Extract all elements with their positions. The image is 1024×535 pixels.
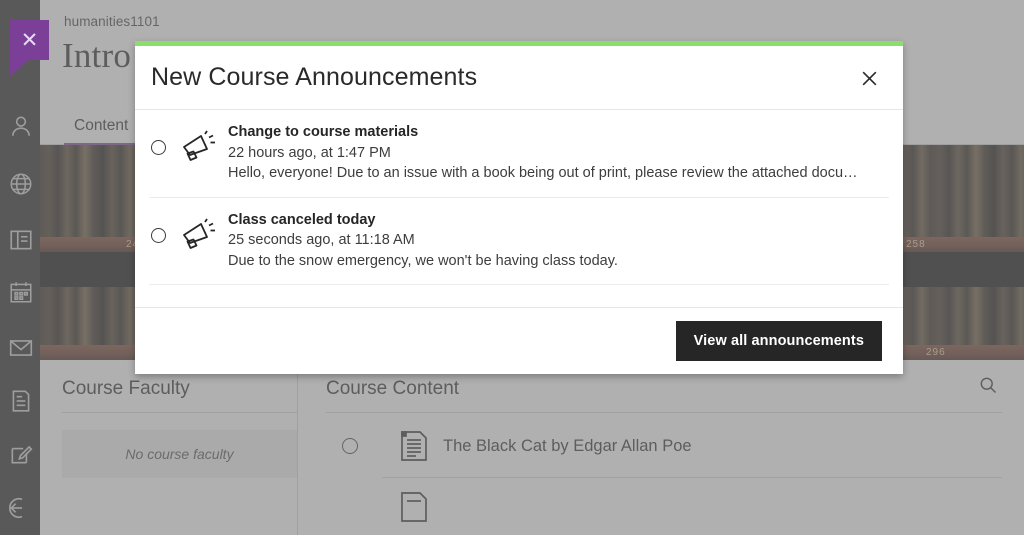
announcement-text: Change to course materials 22 hours ago,… [228, 123, 887, 184]
megaphone-icon [177, 130, 217, 166]
announcement-item[interactable]: Class canceled today 25 seconds ago, at … [149, 198, 889, 286]
announcement-title: Class canceled today [228, 211, 376, 228]
announcement-timestamp: 25 seconds ago, at 11:18 AM [228, 232, 415, 249]
course-bookmark-badge[interactable]: ✕ [10, 20, 49, 76]
dialog-body: Change to course materials 22 hours ago,… [135, 110, 903, 307]
unread-indicator-circle[interactable] [151, 227, 166, 243]
dialog-footer: View all announcements [135, 307, 903, 374]
announcement-preview: Hello, everyone! Due to an issue with a … [228, 165, 858, 182]
announcement-timestamp: 22 hours ago, at 1:47 PM [228, 144, 391, 161]
new-course-announcements-dialog: New Course Announcements Change to cours… [135, 41, 903, 374]
announcement-text: Class canceled today 25 seconds ago, at … [228, 211, 887, 272]
megaphone-icon [177, 218, 217, 254]
close-icon[interactable]: ✕ [10, 20, 49, 60]
announcement-preview: Due to the snow emergency, we won't be h… [228, 252, 618, 269]
dialog-title: New Course Announcements [151, 63, 478, 91]
view-all-announcements-button[interactable]: View all announcements [675, 321, 882, 361]
close-icon[interactable] [855, 64, 883, 92]
badge-ribbon-tail [10, 60, 49, 76]
screen: humanities1101 Intro Content 240 258 296 [0, 0, 1024, 535]
dialog-header: New Course Announcements [135, 46, 903, 110]
announcement-item[interactable]: Change to course materials 22 hours ago,… [149, 110, 889, 198]
announcement-title: Change to course materials [228, 124, 419, 140]
unread-indicator-circle[interactable] [151, 140, 166, 155]
